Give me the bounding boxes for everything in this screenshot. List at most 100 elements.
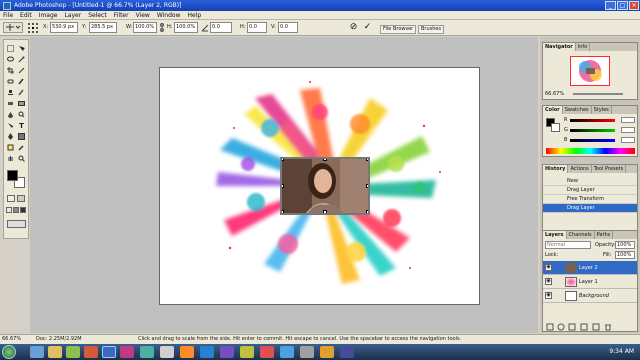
- width-input[interactable]: 100.0%: [133, 22, 157, 33]
- move-tool-preset-icon[interactable]: [3, 22, 23, 33]
- app-taskbar-icon[interactable]: [84, 346, 98, 358]
- reference-point-icon[interactable]: [27, 22, 39, 33]
- app-taskbar-icon[interactable]: [140, 346, 154, 358]
- menu-edit[interactable]: Edit: [20, 12, 32, 19]
- visibility-eye-icon[interactable]: ◉: [545, 292, 552, 299]
- fill-input[interactable]: 100%: [615, 251, 635, 259]
- navigator-thumbnail[interactable]: [570, 56, 610, 86]
- screen-mode-standard-icon[interactable]: [6, 207, 12, 213]
- tab-color[interactable]: Color: [543, 106, 563, 114]
- tab-swatches[interactable]: Swatches: [563, 106, 592, 114]
- transform-handle-left[interactable]: [282, 184, 284, 188]
- tab-actions[interactable]: Actions: [568, 165, 592, 173]
- app-taskbar-icon[interactable]: [280, 346, 294, 358]
- tab-paths[interactable]: Paths: [595, 231, 614, 239]
- move-tool-icon[interactable]: [17, 44, 26, 53]
- x-input[interactable]: 530.9 px: [50, 22, 78, 33]
- app-taskbar-icon[interactable]: [320, 346, 334, 358]
- layer-row[interactable]: ◉ Layer 1: [543, 275, 637, 289]
- y-input[interactable]: 285.5 px: [89, 22, 117, 33]
- media-taskbar-icon[interactable]: [66, 346, 80, 358]
- history-item[interactable]: Free Transform: [543, 195, 637, 204]
- history-item[interactable]: Drag Layer: [543, 186, 637, 195]
- screen-mode-full-icon[interactable]: [20, 207, 26, 213]
- link-icon[interactable]: [159, 23, 165, 32]
- eraser-tool-icon[interactable]: [6, 99, 15, 108]
- angle-input[interactable]: 0.0: [210, 22, 232, 33]
- lasso-tool-icon[interactable]: [6, 55, 15, 64]
- menu-help[interactable]: Help: [188, 12, 202, 19]
- explorer-taskbar-icon[interactable]: [48, 346, 62, 358]
- app-taskbar-icon[interactable]: [200, 346, 214, 358]
- quick-mask-mode-icon[interactable]: [17, 195, 25, 202]
- clone-stamp-tool-icon[interactable]: [6, 88, 15, 97]
- slice-tool-icon[interactable]: [17, 66, 26, 75]
- history-item-active[interactable]: Drag Layer: [543, 204, 637, 213]
- zoom-tool-icon[interactable]: [17, 154, 26, 163]
- blend-mode-select[interactable]: Normal: [545, 241, 591, 249]
- green-slider[interactable]: [570, 129, 615, 132]
- history-brush-tool-icon[interactable]: [17, 88, 26, 97]
- ie-taskbar-icon[interactable]: [30, 346, 44, 358]
- minimize-button[interactable]: _: [605, 1, 616, 10]
- visibility-eye-icon[interactable]: ◉: [545, 264, 552, 271]
- color-ramp[interactable]: [546, 148, 635, 154]
- app-taskbar-icon[interactable]: [120, 346, 134, 358]
- tab-file-browser[interactable]: File Browser: [380, 25, 417, 34]
- visibility-eye-icon[interactable]: ◉: [545, 278, 552, 285]
- shape-tool-icon[interactable]: [17, 132, 26, 141]
- blur-tool-icon[interactable]: [6, 110, 15, 119]
- start-button[interactable]: [2, 345, 16, 359]
- menu-filter[interactable]: Filter: [114, 12, 129, 19]
- blue-input[interactable]: [621, 137, 635, 143]
- notes-tool-icon[interactable]: [6, 143, 15, 152]
- tab-layers[interactable]: Layers: [543, 231, 567, 239]
- menu-file[interactable]: File: [3, 12, 13, 19]
- transform-handle-bottom-left[interactable]: [282, 210, 284, 213]
- transform-handle-bottom-right[interactable]: [366, 210, 368, 213]
- hand-tool-icon[interactable]: [6, 154, 15, 163]
- transform-handle-bottom[interactable]: [323, 210, 327, 213]
- green-input[interactable]: [621, 127, 635, 133]
- menu-layer[interactable]: Layer: [64, 12, 81, 19]
- dodge-tool-icon[interactable]: [17, 110, 26, 119]
- transform-handle-right[interactable]: [366, 184, 368, 188]
- app-taskbar-icon[interactable]: [260, 346, 274, 358]
- app-taskbar-icon[interactable]: [180, 346, 194, 358]
- blue-slider[interactable]: [570, 139, 615, 142]
- h-skew-input[interactable]: 0.0: [247, 22, 267, 33]
- status-doc-size[interactable]: Doc: 2.25M/2.92M: [36, 335, 82, 344]
- menu-select[interactable]: Select: [88, 12, 107, 19]
- transform-handle-top-right[interactable]: [366, 159, 368, 161]
- healing-brush-tool-icon[interactable]: [6, 77, 15, 86]
- app-taskbar-icon[interactable]: [240, 346, 254, 358]
- tab-styles[interactable]: Styles: [592, 106, 612, 114]
- menu-view[interactable]: View: [136, 12, 150, 19]
- red-slider[interactable]: [570, 119, 615, 122]
- eyedropper-tool-icon[interactable]: [17, 143, 26, 152]
- app-taskbar-icon[interactable]: [340, 346, 354, 358]
- photoshop-taskbar-icon[interactable]: [102, 346, 116, 358]
- type-tool-icon[interactable]: T: [17, 121, 26, 130]
- jump-to-imageready-icon[interactable]: [7, 220, 26, 228]
- standard-mode-icon[interactable]: [7, 195, 15, 202]
- tab-history[interactable]: History: [543, 165, 569, 173]
- cancel-transform-icon[interactable]: ⊘: [348, 22, 359, 33]
- close-button[interactable]: ✕: [629, 1, 639, 10]
- layer-row-active[interactable]: ◉ Layer 2: [543, 261, 637, 275]
- marquee-tool-icon[interactable]: [6, 44, 15, 53]
- app-taskbar-icon[interactable]: [160, 346, 174, 358]
- gradient-tool-icon[interactable]: [17, 99, 26, 108]
- crop-tool-icon[interactable]: [6, 66, 15, 75]
- opacity-input[interactable]: 100%: [615, 241, 635, 249]
- woman-portrait-layer[interactable]: [280, 157, 370, 215]
- app-taskbar-icon[interactable]: [220, 346, 234, 358]
- v-skew-input[interactable]: 0.0: [278, 22, 298, 33]
- red-input[interactable]: [621, 117, 635, 123]
- tab-tool-presets[interactable]: Tool Presets: [592, 165, 627, 173]
- brush-tool-icon[interactable]: [17, 77, 26, 86]
- pen-tool-icon[interactable]: [6, 132, 15, 141]
- height-input[interactable]: 100.0%: [174, 22, 198, 33]
- color-background-swatch[interactable]: [551, 123, 560, 132]
- commit-transform-icon[interactable]: ✓: [362, 22, 373, 33]
